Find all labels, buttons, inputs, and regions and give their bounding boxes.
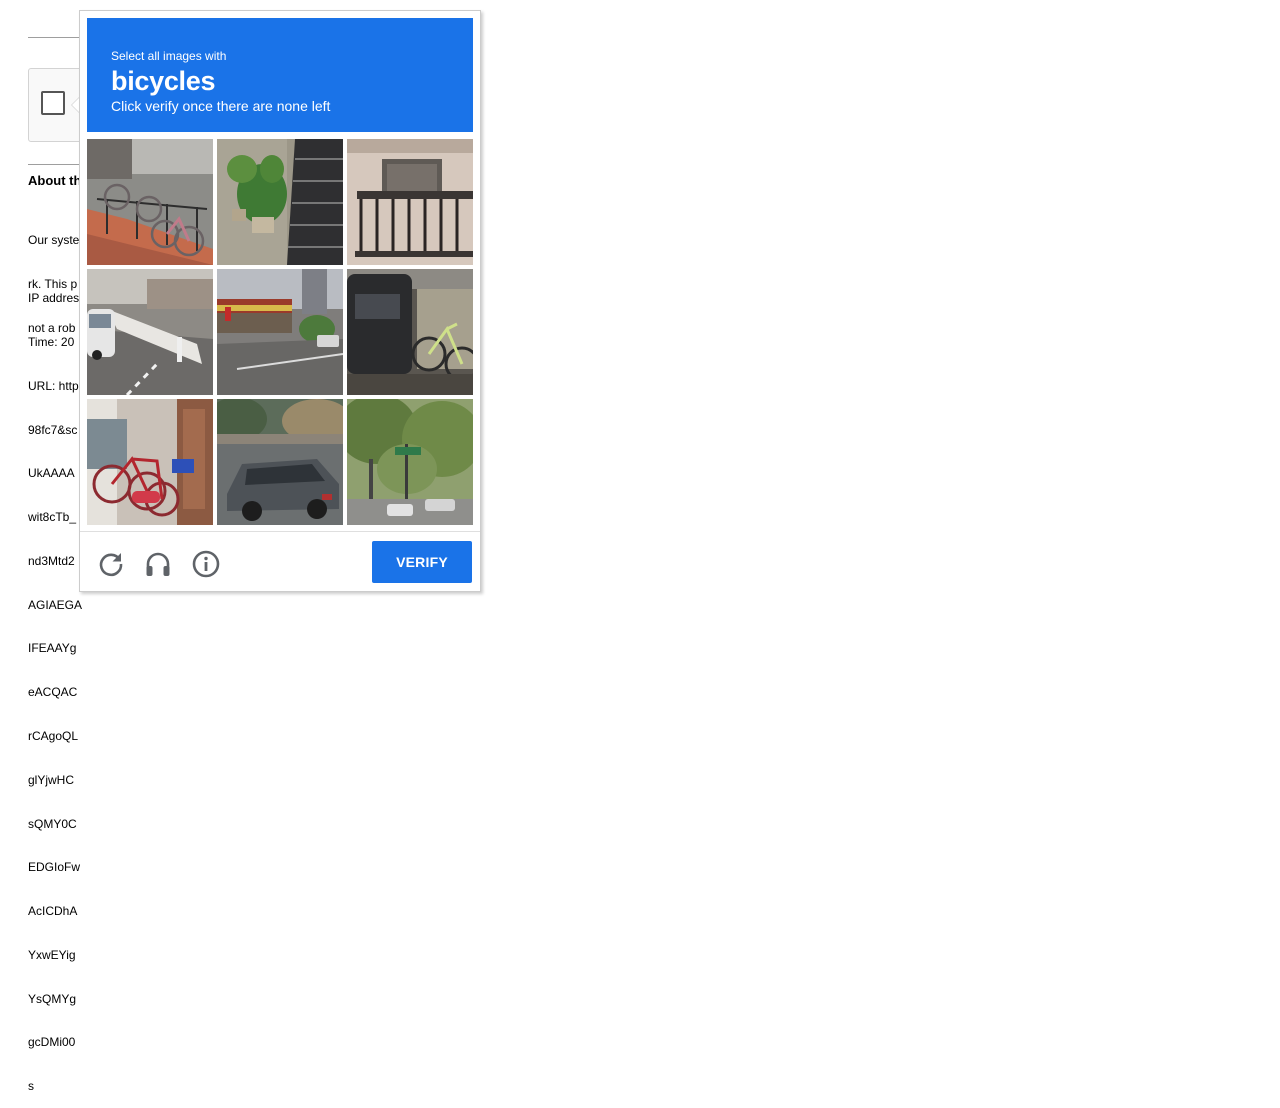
instruction-text: Select all images with (111, 49, 227, 63)
info-line: UkAAAA (28, 466, 75, 481)
info-line: 98fc7&sc (28, 422, 78, 437)
reload-icon[interactable] (96, 549, 126, 579)
tile-image (347, 139, 473, 265)
info-line: AcICDhA (28, 904, 78, 919)
info-line: YsQMYg (28, 991, 77, 1006)
not-a-robot-checkbox[interactable] (41, 91, 65, 115)
info-line: AGIAEGA (28, 597, 83, 612)
captcha-challenge-dialog: Select all images with bicycles Click ve… (79, 10, 481, 592)
tile-image (347, 269, 473, 395)
audio-headphones-icon[interactable] (143, 549, 173, 579)
image-tile[interactable] (347, 139, 473, 265)
paragraph-line: Our syste (28, 233, 80, 248)
info-line: glYjwHC (28, 772, 75, 787)
tile-image (217, 139, 343, 265)
image-tile[interactable] (87, 139, 213, 265)
info-line: wit8cTb_ (28, 510, 77, 525)
image-tile[interactable] (217, 399, 343, 525)
info-line: YxwEYig (28, 947, 76, 962)
info-line: IFEAAYg (28, 641, 77, 656)
image-tile[interactable] (217, 139, 343, 265)
tile-image (87, 139, 213, 265)
tile-image (87, 399, 213, 525)
instruction-subtext: Click verify once there are none left (111, 98, 331, 114)
info-line: EDGIoFw (28, 860, 81, 875)
verify-button[interactable]: VERIFY (372, 541, 472, 583)
info-line: sQMY0C (28, 816, 77, 831)
tile-image (217, 399, 343, 525)
tile-image (347, 399, 473, 525)
image-tile[interactable] (87, 399, 213, 525)
footer-divider (80, 531, 480, 532)
image-tile[interactable] (347, 269, 473, 395)
info-line: Time: 20 (28, 334, 75, 349)
tile-image (217, 269, 343, 395)
info-line: nd3Mtd2 (28, 553, 75, 568)
about-heading: About th (28, 173, 82, 188)
image-tile[interactable] (347, 399, 473, 525)
info-line: rCAgoQL (28, 729, 79, 743)
info-line: IP addres (28, 291, 80, 306)
info-line: eACQAC (28, 685, 78, 700)
info-icon[interactable] (191, 549, 221, 579)
image-grid (87, 139, 473, 525)
image-tile[interactable] (217, 269, 343, 395)
target-object-label: bicycles (111, 66, 216, 96)
info-line: s (28, 1079, 34, 1094)
info-line: gcDMi00 (28, 1035, 76, 1050)
image-tile[interactable] (87, 269, 213, 395)
tile-image (87, 269, 213, 395)
info-line: URL: http (28, 378, 79, 393)
challenge-header: Select all images with bicycles Click ve… (87, 18, 473, 132)
request-info: IP addres Time: 20 URL: http 98fc7&sc Uk… (28, 262, 82, 1108)
